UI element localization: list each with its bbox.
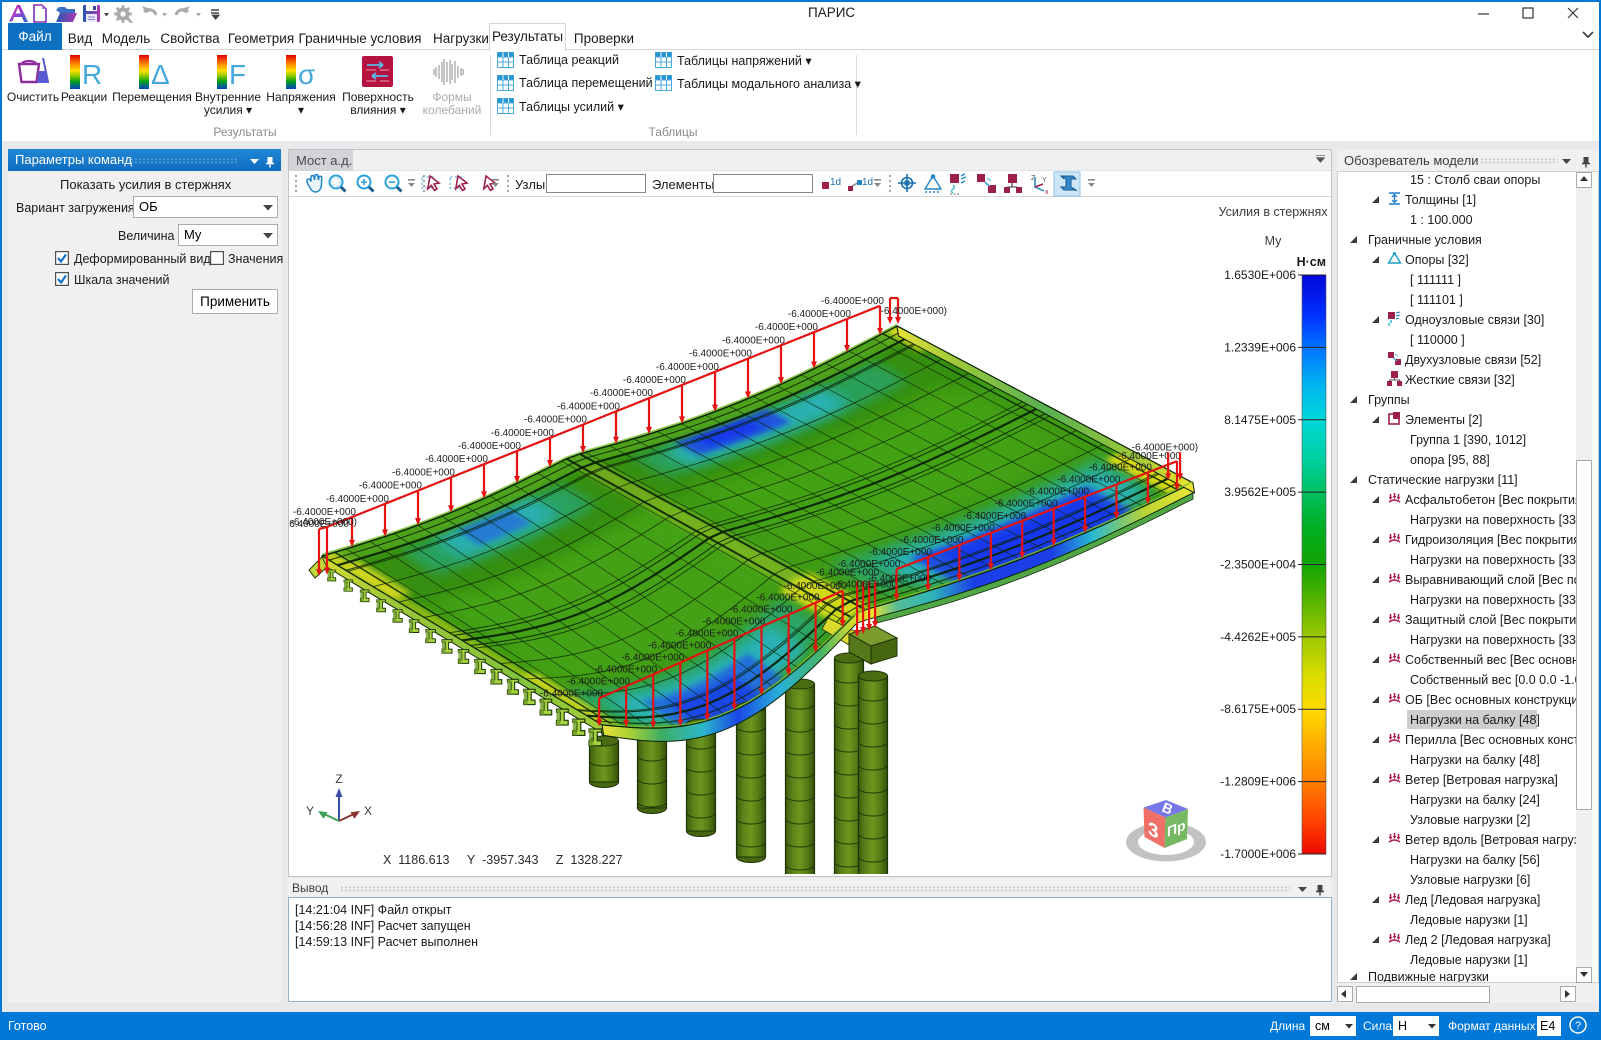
- svg-text:-6.4000E+000: -6.4000E+000: [675, 629, 739, 640]
- svg-text:-6.4000E+000: -6.4000E+000: [621, 653, 685, 664]
- svg-text:-6.4000E+000: -6.4000E+000: [756, 593, 820, 604]
- svg-text:-6.4000E+000: -6.4000E+000: [557, 401, 621, 412]
- svg-text:Y: Y: [306, 804, 314, 818]
- svg-text:F: F: [229, 59, 246, 90]
- svg-text:Усилия в стержнях: Усилия в стержнях: [1219, 205, 1329, 219]
- svg-text:1d: 1d: [830, 177, 841, 188]
- svg-text:3.9562E+005: 3.9562E+005: [1224, 485, 1296, 499]
- svg-text:-6.4000E+000: -6.4000E+000: [656, 362, 720, 373]
- svg-text:-6.4000E+000: -6.4000E+000: [900, 535, 964, 546]
- svg-text:?: ?: [1575, 1020, 1581, 1032]
- svg-text:-6.4000E+000: -6.4000E+000: [995, 499, 1059, 510]
- svg-text:-2.3500E+004: -2.3500E+004: [1220, 558, 1296, 572]
- svg-text:-1.2809E+006: -1.2809E+006: [1220, 775, 1296, 789]
- svg-text:-4.4262E+005: -4.4262E+005: [1220, 630, 1296, 644]
- svg-text:My: My: [1265, 234, 1282, 248]
- svg-text:x: x: [1045, 189, 1049, 196]
- svg-text:-6.4000E+000: -6.4000E+000: [540, 688, 604, 699]
- svg-text:-6.4000E+000: -6.4000E+000: [722, 335, 786, 346]
- svg-text:-6.4000E+000: -6.4000E+000: [837, 559, 901, 570]
- svg-text:-1.7000E+006: -1.7000E+006: [1220, 847, 1296, 861]
- svg-text:-6.4000E+000): -6.4000E+000): [881, 306, 947, 317]
- svg-text:-6.4000E+000: -6.4000E+000: [293, 507, 357, 518]
- svg-text:-6.4000E+000: -6.4000E+000: [524, 415, 588, 426]
- svg-text:-6.4000E+000: -6.4000E+000: [869, 547, 933, 558]
- svg-text:-6.4000E+000: -6.4000E+000: [359, 481, 423, 492]
- svg-text:-6.4000E+000: -6.4000E+000: [623, 375, 687, 386]
- svg-text:-6.4000E+000: -6.4000E+000: [788, 309, 852, 320]
- svg-text:-6.4000E+000: -6.4000E+000: [702, 617, 766, 628]
- svg-text:-6.4000E+000: -6.4000E+000: [729, 605, 793, 616]
- svg-text:-6.4000E+000: -6.4000E+000: [932, 523, 996, 534]
- svg-text:-6.4000E+000: -6.4000E+000: [1026, 487, 1090, 498]
- svg-text:-6.4000E+000: -6.4000E+000: [458, 441, 522, 452]
- svg-text:Z: Z: [1031, 175, 1036, 182]
- svg-text:1d: 1d: [862, 177, 873, 188]
- svg-text:1.2339E+006: 1.2339E+006: [1224, 340, 1296, 354]
- svg-text:Н·см: Н·см: [1297, 255, 1326, 269]
- svg-text:-6.4000E+000: -6.4000E+000: [1089, 462, 1153, 473]
- svg-text:-6.4000E+000: -6.4000E+000: [590, 388, 654, 399]
- svg-text:-6.4000E+000: -6.4000E+000: [755, 322, 819, 333]
- svg-text:X 1186.613 Y -3957.343: X 1186.613 Y -3957.343 Z 1328.227: [383, 853, 623, 867]
- svg-text:-8.6175E+005: -8.6175E+005: [1220, 702, 1296, 716]
- svg-text:-6.4000E+000: -6.4000E+000: [594, 664, 658, 675]
- svg-text:-6.4000E+000: -6.4000E+000: [326, 494, 390, 505]
- svg-text:X: X: [364, 804, 372, 818]
- svg-text:3: 3: [1148, 818, 1159, 844]
- svg-text:8.1475E+005: 8.1475E+005: [1224, 413, 1296, 427]
- svg-text:-6.4000E+000: -6.4000E+000: [963, 511, 1027, 522]
- svg-text:-6.4000E+000: -6.4000E+000: [491, 428, 555, 439]
- svg-text:-6.4000E+000): -6.4000E+000): [291, 517, 357, 528]
- svg-text:Δ: Δ: [151, 59, 170, 90]
- svg-text:R: R: [82, 59, 102, 90]
- svg-text:-6.4000E+000: -6.4000E+000: [425, 454, 489, 465]
- svg-text:-6.4000E+000: -6.4000E+000: [868, 573, 932, 584]
- svg-text:-6.4000E+000: -6.4000E+000: [821, 296, 885, 307]
- svg-text:Y: Y: [1042, 177, 1047, 184]
- svg-text:-6.4000E+000: -6.4000E+000: [689, 349, 753, 360]
- svg-text:σ: σ: [298, 59, 315, 90]
- svg-text:-6.4000E+000: -6.4000E+000: [392, 467, 456, 478]
- svg-text:1.6530E+006: 1.6530E+006: [1224, 268, 1296, 282]
- svg-text:-6.4000E+000: -6.4000E+000: [1057, 475, 1121, 486]
- svg-text:-6.4000E+000: -6.4000E+000: [567, 676, 631, 687]
- svg-text:-6.4000E+000: -6.4000E+000: [648, 641, 712, 652]
- svg-text:Z: Z: [335, 772, 342, 786]
- svg-text:-6.4000E+000): -6.4000E+000): [1132, 442, 1198, 453]
